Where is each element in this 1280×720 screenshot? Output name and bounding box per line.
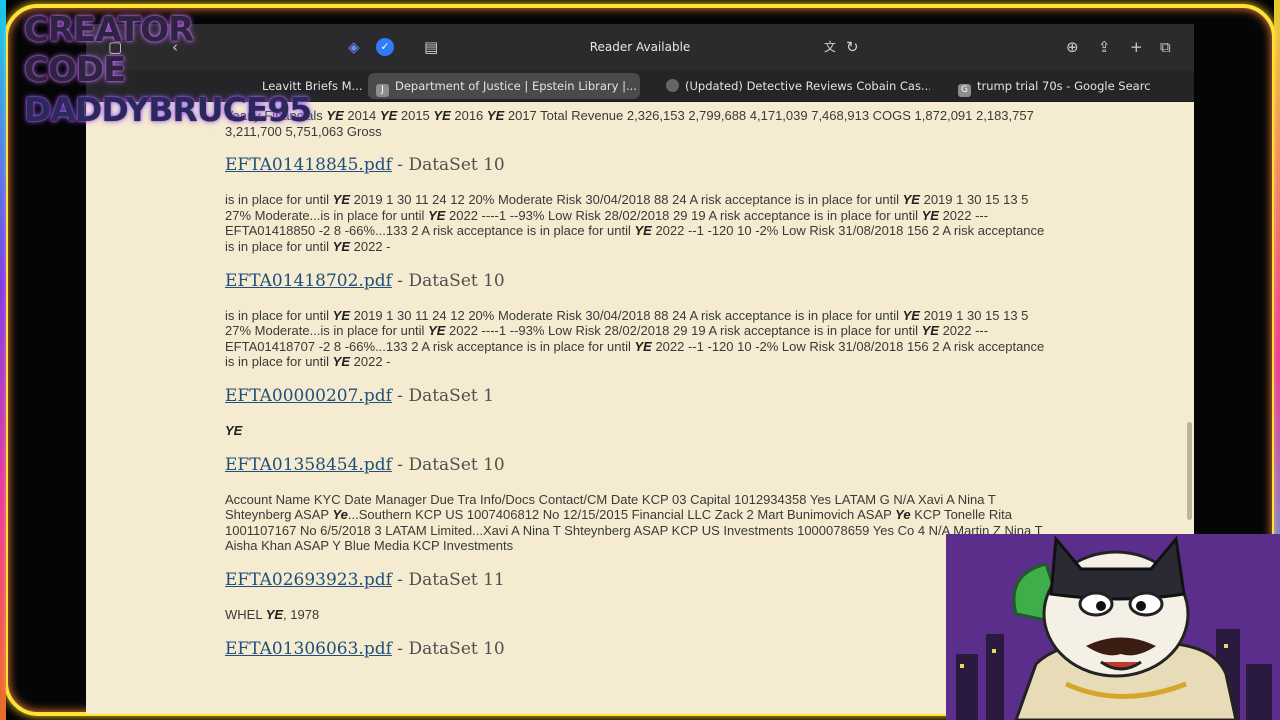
- translate-icon[interactable]: 文: [824, 38, 836, 56]
- share-icon[interactable]: ⇪: [1098, 38, 1111, 56]
- snippet-text: 2014: [343, 108, 380, 123]
- result-pdf-link[interactable]: EFTA01418702.pdf: [225, 271, 392, 291]
- highlight-term: YE: [902, 307, 920, 323]
- highlight-term: YE: [332, 238, 351, 254]
- snippet-text: 2022 ----1 --93% Low Risk 28/02/2018 29 …: [445, 323, 922, 339]
- cartoon-avatar-image: [946, 534, 1280, 720]
- result-title: EFTA01306063.pdf - DataSet 10: [225, 638, 1055, 660]
- result-dataset-label: - DataSet 10: [391, 155, 505, 176]
- result-dataset-label: - DataSet 10: [391, 454, 505, 475]
- tab-favicon: G: [958, 84, 971, 97]
- result-title: EFTA00000207.pdf - DataSet 1: [225, 385, 1055, 407]
- result-dataset-label: - DataSet 10: [391, 270, 505, 291]
- tab-label: Department of Justice | Epstein Library …: [395, 79, 637, 93]
- result-title: EFTA01418702.pdf - DataSet 10: [225, 270, 1055, 292]
- highlight-term: YE: [332, 307, 351, 323]
- highlight-term: YE: [428, 323, 446, 339]
- highlight-term: YE: [634, 338, 652, 354]
- new-tab-icon[interactable]: +: [1130, 38, 1143, 56]
- result-title: EFTA02693923.pdf - DataSet 11: [225, 569, 1055, 591]
- search-results: Yearly Financials YE 2014 YE 2015 YE 201…: [225, 108, 1055, 676]
- snippet-text: 2019 1 30 11 24 12 20% Moderate Risk 30/…: [350, 192, 903, 208]
- result-pdf-link[interactable]: EFTA01306063.pdf: [225, 639, 392, 659]
- snippet-text: WHEL: [225, 606, 266, 622]
- result-pdf-link[interactable]: EFTA00000207.pdf: [225, 386, 392, 406]
- result-snippet: is in place for until YE 2019 1 30 11 24…: [225, 308, 1055, 370]
- result-snippet: is in place for until YE 2019 1 30 11 24…: [225, 192, 1055, 254]
- creator-code-watermark: CREATOR CODE DADDYBRUCE95: [24, 10, 312, 130]
- result-pdf-link[interactable]: EFTA01358454.pdf: [225, 455, 392, 475]
- result-snippet: YE: [225, 423, 1055, 439]
- highlight-term: YE: [902, 192, 920, 208]
- download-icon[interactable]: ⊕: [1066, 38, 1079, 56]
- highlight-term: YE: [921, 207, 939, 223]
- tab-detective-cobain[interactable]: (Updated) Detective Reviews Cobain Cas..…: [658, 73, 930, 99]
- highlight-term: YE: [265, 606, 284, 622]
- highlight-term: YE: [486, 108, 505, 123]
- snippet-text: , 1978: [283, 606, 320, 622]
- highlight-term: YE: [433, 108, 451, 123]
- highlight-term: YE: [428, 207, 446, 223]
- snippet-text: is in place for until: [225, 307, 333, 323]
- snippet-text: 2022 -: [350, 354, 391, 370]
- watermark-line-2: DADDYBRUCE95: [24, 90, 312, 129]
- result-title: EFTA01358454.pdf - DataSet 10: [225, 454, 1055, 476]
- snippet-text: 2022 ----1 --93% Low Risk 28/02/2018 29 …: [445, 207, 922, 223]
- watermark-line-1: CREATOR CODE: [24, 10, 194, 90]
- streamer-avatar: [946, 534, 1280, 720]
- result-snippet: WHEL YE, 1978: [225, 607, 1055, 623]
- snippet-text: is in place for until: [225, 192, 333, 208]
- result-dataset-label: - DataSet 10: [391, 638, 505, 659]
- reader-page-icon[interactable]: ▤: [424, 38, 438, 56]
- highlight-term: YE: [634, 223, 652, 239]
- highlight-term: Ye: [332, 507, 348, 523]
- result-title: EFTA01418845.pdf - DataSet 10: [225, 154, 1055, 176]
- result-dataset-label: - DataSet 11: [391, 569, 505, 590]
- snippet-text: 2022 -: [350, 238, 391, 254]
- highlight-term: YE: [921, 323, 939, 339]
- tab-favicon: J: [376, 84, 389, 97]
- tab-favicon: [666, 79, 679, 92]
- tab-google-search[interactable]: Gtrump trial 70s - Google Search: [950, 73, 1150, 99]
- result-spacer: [225, 476, 1055, 492]
- result-spacer: [225, 176, 1055, 192]
- result-snippet: Yearly Financials YE 2014 YE 2015 YE 201…: [225, 108, 1055, 139]
- result-spacer: [225, 407, 1055, 423]
- snippet-text: 2019 1 30 11 24 12 20% Moderate Risk 30/…: [350, 307, 903, 323]
- privacy-icon[interactable]: ◈: [348, 38, 360, 56]
- page-scrollbar[interactable]: [1187, 422, 1192, 520]
- snippet-text: 2016: [450, 108, 487, 123]
- result-dataset-label: - DataSet 1: [391, 385, 494, 406]
- result-pdf-link[interactable]: EFTA02693923.pdf: [225, 570, 392, 590]
- tab-doj-epstein-library[interactable]: J Department of Justice | Epstein Library…: [368, 73, 640, 99]
- highlight-term: YE: [379, 108, 398, 123]
- tab-overview-icon[interactable]: ⧉: [1160, 38, 1171, 56]
- result-snippet: Account Name KYC Date Manager Due Tra In…: [225, 492, 1055, 554]
- highlight-term: YE: [225, 422, 243, 438]
- reload-icon[interactable]: ↻: [846, 38, 859, 56]
- result-spacer: [225, 591, 1055, 607]
- result-pdf-link[interactable]: EFTA01418845.pdf: [225, 155, 392, 175]
- highlight-term: YE: [332, 192, 351, 208]
- neon-border-left: [0, 0, 6, 720]
- result-spacer: [225, 292, 1055, 308]
- tab-label: trump trial 70s - Google Search: [977, 79, 1150, 93]
- shield-check-icon[interactable]: ✓: [376, 38, 394, 56]
- reader-available-label[interactable]: Reader Available: [546, 40, 734, 54]
- snippet-text: 2015: [397, 108, 434, 123]
- result-spacer: [225, 660, 1055, 676]
- snippet-text: ...Southern KCP US 1007406812 No 12/15/2…: [347, 507, 896, 523]
- highlight-term: Ye: [895, 507, 911, 523]
- tab-label: (Updated) Detective Reviews Cobain Cas..…: [685, 79, 930, 93]
- highlight-term: YE: [326, 108, 344, 123]
- highlight-term: YE: [332, 354, 351, 370]
